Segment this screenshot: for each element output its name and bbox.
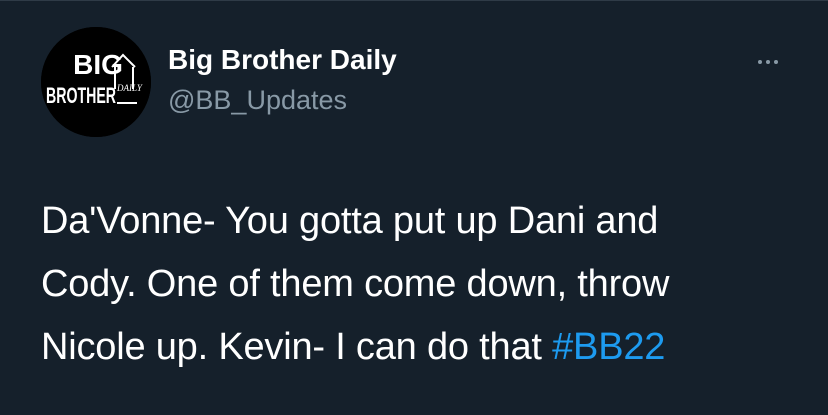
- hashtag-link[interactable]: #BB22: [552, 326, 665, 368]
- tweet-text: Da'Vonne- You gotta put up Dani and Cody…: [41, 190, 801, 379]
- tweet-text-line: Nicole up. Kevin- I can do that #BB22: [41, 316, 801, 379]
- svg-text:DAILY: DAILY: [116, 83, 143, 93]
- avatar[interactable]: BIG BROTHER DAILY: [41, 27, 151, 137]
- tweet-text-line: Da'Vonne- You gotta put up Dani and: [41, 200, 659, 242]
- big-brother-logo-icon: BIG BROTHER DAILY: [41, 27, 151, 137]
- more-horizontal-icon-dot: [774, 60, 778, 64]
- more-horizontal-icon-dot: [766, 60, 770, 64]
- more-options-button[interactable]: [748, 52, 788, 72]
- top-divider: [0, 0, 828, 1]
- author-display-name[interactable]: Big Brother Daily: [168, 44, 397, 76]
- svg-text:BROTHER: BROTHER: [46, 83, 116, 108]
- author-handle[interactable]: @BB_Updates: [168, 85, 347, 116]
- more-horizontal-icon: [758, 60, 762, 64]
- tweet-text-line: Cody. One of them come down, throw: [41, 263, 670, 305]
- tweet-text-line-body: Nicole up. Kevin- I can do that: [41, 326, 553, 368]
